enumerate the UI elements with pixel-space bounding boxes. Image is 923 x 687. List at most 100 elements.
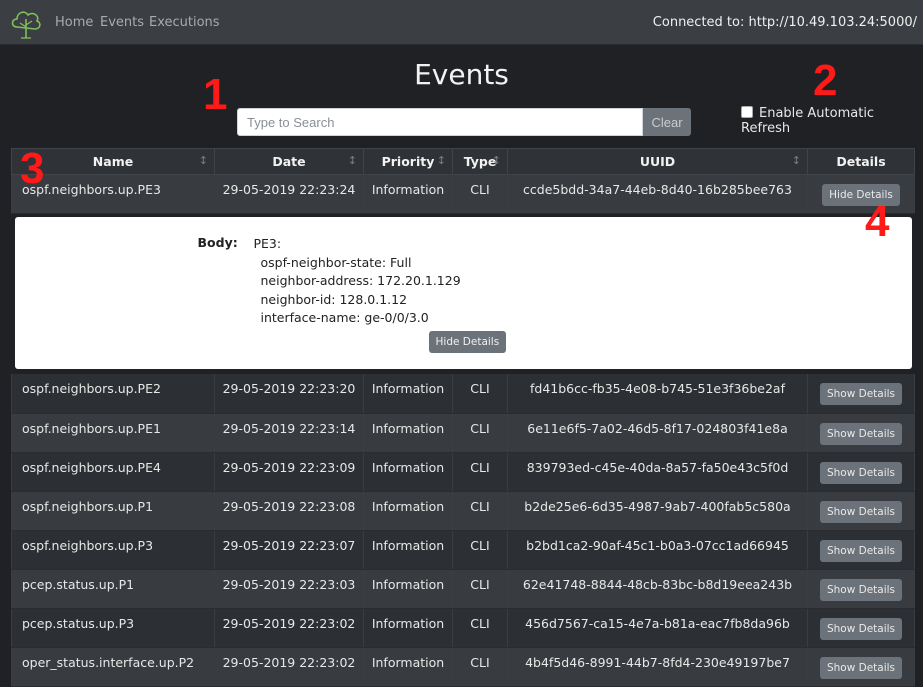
event-body-panel: Body: PE3: ospf-neighbor-state: Full nei… — [14, 217, 912, 369]
event-priority: Information — [363, 530, 453, 570]
table-row[interactable]: ospf.neighbors.up.P3 29-05-2019 22:23:07 I… — [11, 530, 915, 570]
event-details-cell: Hide Details — [807, 174, 915, 214]
event-priority: Information — [363, 374, 453, 414]
table-row[interactable]: ospf.neighbors.up.PE1 29-05-2019 22:23:14… — [11, 413, 915, 453]
sort-arrows-icon[interactable]: ↕ — [348, 154, 357, 167]
annotation-marker-1: 1 — [203, 70, 228, 119]
page-title: Events — [414, 58, 509, 91]
table-row[interactable]: ospf.neighbors.up.PE3 29-05-2019 22:23:2… — [11, 174, 915, 214]
nav-link-events[interactable]: Events — [100, 15, 144, 30]
sort-arrows-icon[interactable]: ↕ — [492, 154, 501, 167]
event-uuid: b2bd1ca2-90af-45c1-b0a3-07cc1ad66945 — [507, 530, 808, 570]
checkbox-icon[interactable] — [741, 106, 753, 118]
body-label: Body: — [197, 235, 238, 250]
details-row: Body: PE3: ospf-neighbor-state: Full nei… — [11, 213, 915, 374]
details-cell: Body: PE3: ospf-neighbor-state: Full nei… — [11, 213, 915, 374]
column-header-details: Details — [807, 148, 915, 175]
events-table: Name ↕ Date ↕ Priority ↕ Type ↕ UUID ↕ Detail… — [11, 148, 915, 687]
event-date: 29-05-2019 22:23:24 — [214, 174, 364, 214]
inner-hide-details-button[interactable]: Hide Details — [428, 331, 507, 353]
event-details-cell: Show Details — [807, 452, 915, 492]
event-priority: Information — [363, 569, 453, 609]
body-line: ospf-neighbor-state: Full — [260, 254, 412, 270]
search-input[interactable] — [237, 108, 643, 136]
connection-status: Connected to: http://10.49.103.24:5000/ — [652, 15, 917, 30]
event-uuid: fd41b6cc-fb35-4e08-b745-51e3f36be2af — [507, 374, 808, 414]
show-details-button[interactable]: Show Details — [819, 539, 903, 562]
tree-logo-icon[interactable] — [9, 7, 43, 39]
table-row[interactable]: ospf.neighbors.up.PE2 29-05-2019 22:23:20… — [11, 374, 915, 414]
event-uuid: b2de25e6-6d35-4987-9ab7-400fab5c580a — [507, 491, 808, 531]
table-header-row: Name ↕ Date ↕ Priority ↕ Type ↕ UUID ↕ Detail… — [11, 148, 915, 175]
event-type: CLI — [452, 530, 508, 570]
event-name: pcep.status.up.P3 — [11, 608, 215, 648]
table-row[interactable]: pcep.status.up.P1 29-05-2019 22:23:03 Info… — [11, 569, 915, 609]
event-type: CLI — [452, 413, 508, 453]
event-date: 29-05-2019 22:23:09 — [214, 452, 364, 492]
event-details-cell: Show Details — [807, 608, 915, 648]
sort-arrows-icon[interactable]: ↕ — [792, 154, 801, 167]
sort-arrows-icon[interactable]: ↕ — [437, 154, 446, 167]
event-uuid: 456d7567-ca15-4e7a-b81a-eac7fb8da96b — [507, 608, 808, 648]
nav-link-executions[interactable]: Executions — [149, 15, 220, 30]
event-type: CLI — [452, 174, 508, 214]
table-row[interactable]: ospf.neighbors.up.P1 29-05-2019 22:23:08 I… — [11, 491, 915, 531]
event-priority: Information — [363, 413, 453, 453]
auto-refresh-toggle[interactable]: Enable Automatic Refresh — [741, 106, 923, 136]
event-date: 29-05-2019 22:23:02 — [214, 647, 364, 687]
show-details-button[interactable]: Show Details — [819, 422, 903, 445]
navbar: Home Events Executions Connected to: htt… — [0, 0, 923, 45]
event-details-cell: Show Details — [807, 374, 915, 414]
event-date: 29-05-2019 22:23:08 — [214, 491, 364, 531]
event-uuid: 4b4f5d46-8991-44b7-8fd4-230e49197be7 — [507, 647, 808, 687]
column-header-priority[interactable]: Priority ↕ — [363, 148, 453, 175]
event-type: CLI — [452, 491, 508, 531]
event-date: 29-05-2019 22:23:14 — [214, 413, 364, 453]
event-details-cell: Show Details — [807, 530, 915, 570]
show-details-button[interactable]: Show Details — [819, 500, 903, 523]
event-name: ospf.neighbors.up.P3 — [11, 530, 215, 570]
event-name: ospf.neighbors.up.PE2 — [11, 374, 215, 414]
event-priority: Information — [363, 608, 453, 648]
column-header-date[interactable]: Date ↕ — [214, 148, 364, 175]
event-type: CLI — [452, 452, 508, 492]
event-name: ospf.neighbors.up.PE4 — [11, 452, 215, 492]
event-uuid: ccde5bdd-34a7-44eb-8d40-16b285bee763 — [507, 174, 808, 214]
column-header-type[interactable]: Type ↕ — [452, 148, 508, 175]
event-priority: Information — [363, 452, 453, 492]
event-uuid: 839793ed-c45e-40da-8a57-fa50e43c5f0d — [507, 452, 808, 492]
clear-button[interactable]: Clear — [643, 108, 691, 136]
event-details-cell: Show Details — [807, 647, 915, 687]
event-name: ospf.neighbors.up.PE1 — [11, 413, 215, 453]
event-details-cell: Show Details — [807, 569, 915, 609]
sort-arrows-icon[interactable]: ↕ — [199, 154, 208, 167]
event-details-cell: Show Details — [807, 491, 915, 531]
show-details-button[interactable]: Show Details — [819, 461, 903, 484]
event-uuid: 62e41748-8844-48cb-83bc-b8d19eea243b — [507, 569, 808, 609]
show-details-button[interactable]: Show Details — [819, 578, 903, 601]
table-row[interactable]: ospf.neighbors.up.PE4 29-05-2019 22:23:09… — [11, 452, 915, 492]
event-details-cell: Show Details — [807, 413, 915, 453]
event-type: CLI — [452, 374, 508, 414]
auto-refresh-label: Enable Automatic Refresh — [741, 106, 875, 136]
nav-link-home[interactable]: Home — [55, 15, 93, 30]
table-row[interactable]: oper_status.interface.up.P2 29-05-2019 22… — [11, 647, 915, 687]
event-body: PE3: ospf-neighbor-state: Full neighbor-… — [254, 235, 461, 328]
body-line: neighbor-id: 128.0.1.12 — [260, 291, 408, 307]
annotation-marker-2: 2 — [813, 56, 838, 105]
event-name: oper_status.interface.up.P2 — [11, 647, 215, 687]
show-details-button[interactable]: Show Details — [819, 656, 903, 679]
event-type: CLI — [452, 569, 508, 609]
event-name: ospf.neighbors.up.P1 — [11, 491, 215, 531]
event-priority: Information — [363, 647, 453, 687]
event-uuid: 6e11e6f5-7a02-46d5-8f17-024803f41e8a — [507, 413, 808, 453]
show-details-button[interactable]: Show Details — [819, 383, 903, 405]
annotation-marker-4: 4 — [865, 197, 890, 246]
table-row[interactable]: pcep.status.up.P3 29-05-2019 22:23:02 Info… — [11, 608, 915, 648]
show-details-button[interactable]: Show Details — [819, 617, 903, 640]
event-date: 29-05-2019 22:23:02 — [214, 608, 364, 648]
event-date: 29-05-2019 22:23:20 — [214, 374, 364, 414]
event-priority: Information — [363, 174, 453, 214]
column-header-uuid[interactable]: UUID ↕ — [507, 148, 808, 175]
event-priority: Information — [363, 491, 453, 531]
